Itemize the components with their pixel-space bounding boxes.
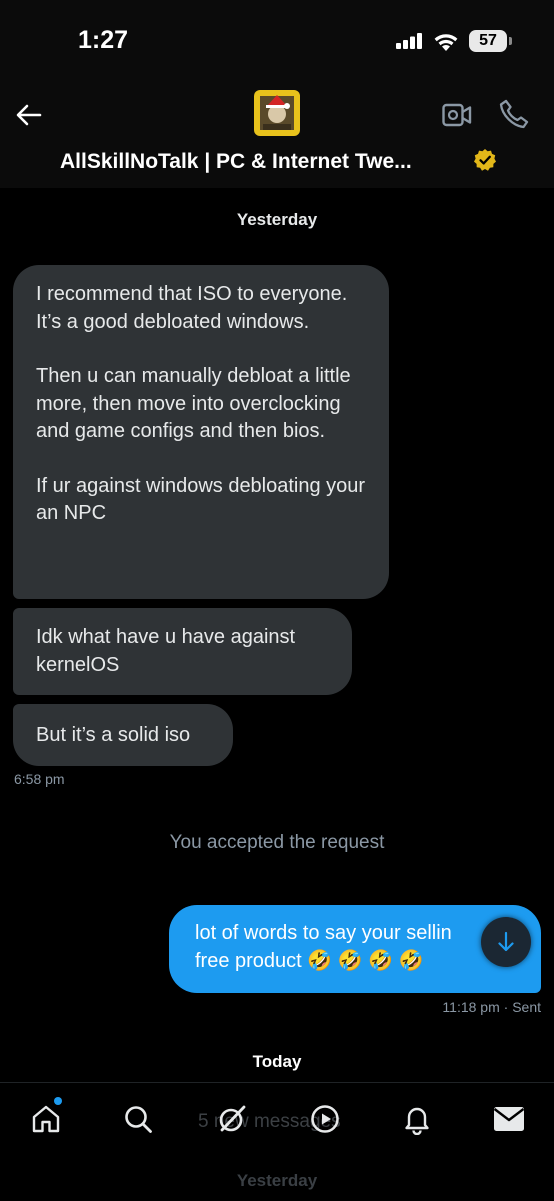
tab-search[interactable]: [120, 1101, 156, 1137]
search-icon: [125, 1106, 152, 1133]
home-notification-dot: [54, 1097, 62, 1105]
arrow-down-icon: [498, 931, 514, 952]
incoming-message[interactable]: Idk what have u have against kernelOS: [13, 608, 352, 695]
tab-home[interactable]: [28, 1101, 64, 1137]
message-paragraph: But it’s a solid iso: [36, 724, 191, 746]
tab-grok[interactable]: [214, 1101, 250, 1137]
bottom-tab-bar: 5 new messages Yesterday: [0, 1082, 554, 1201]
status-bar: 1:27 57: [0, 0, 554, 84]
tab-notifications[interactable]: [399, 1101, 435, 1137]
day-separator-today: Today: [252, 1052, 302, 1071]
scroll-to-bottom-button[interactable]: [481, 917, 531, 967]
tab-video[interactable]: [307, 1101, 343, 1137]
incoming-message[interactable]: I recommend that ISO to everyone. It’s a…: [13, 265, 389, 599]
day-separator-ghost: Yesterday: [236, 1171, 318, 1190]
back-arrow-icon[interactable]: [14, 100, 44, 130]
message-paragraph: I recommend that ISO to everyone. It’s a…: [36, 283, 348, 333]
system-message: You accepted the request: [169, 832, 385, 853]
video-call-icon[interactable]: [442, 102, 472, 128]
verified-badge-icon: [474, 149, 496, 171]
message-paragraph: Then u can manually debloat a little mor…: [36, 365, 351, 442]
message-paragraph: If ur against windows debloating your an…: [36, 474, 366, 525]
message-timestamp: 6:58 pm: [14, 771, 65, 787]
message-status: 11:18 pm · Sent: [442, 999, 541, 1015]
envelope-icon: [493, 1107, 525, 1131]
battery-tip: [509, 37, 512, 45]
phone-call-icon[interactable]: [498, 98, 530, 130]
message-paragraph: Idk what have u have against kernelOS: [36, 626, 296, 676]
conversation-header: AllSkillNoTalk | PC & Internet Twe...: [0, 84, 554, 188]
status-time: 1:27: [78, 26, 129, 54]
tab-messages[interactable]: [491, 1101, 527, 1137]
home-icon: [32, 1105, 60, 1133]
day-separator-yesterday: Yesterday: [236, 210, 318, 229]
battery-indicator: 57: [469, 30, 507, 52]
play-circle-icon: [311, 1105, 339, 1133]
bell-icon: [405, 1107, 429, 1135]
wifi-icon: [434, 34, 458, 51]
contact-avatar[interactable]: [254, 90, 300, 136]
incoming-message[interactable]: But it’s a solid iso: [13, 704, 233, 766]
cellular-signal-icon: [396, 33, 422, 49]
grok-icon: [219, 1105, 246, 1132]
contact-name[interactable]: AllSkillNoTalk | PC & Internet Twe...: [60, 150, 412, 174]
